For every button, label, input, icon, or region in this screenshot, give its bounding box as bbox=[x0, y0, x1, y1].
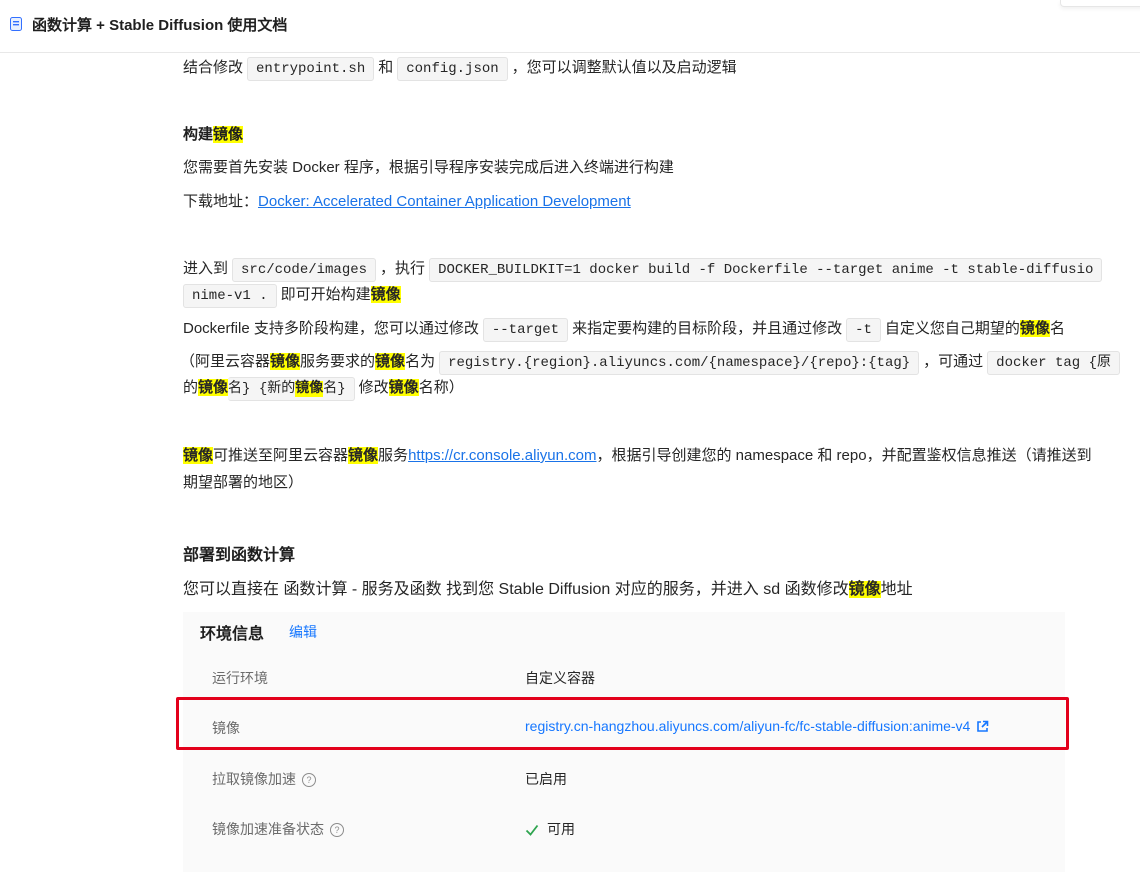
runtime-value: 自定义容器 bbox=[525, 670, 595, 686]
build-image-heading: 构建镜像 bbox=[183, 126, 244, 143]
code-tag-names: 名} {新的镜像名} bbox=[228, 377, 355, 401]
top-bar: 函数计算 + Stable Diffusion 使用文档 bbox=[0, 0, 1140, 53]
pull-accel-label: 拉取镜像加速? bbox=[212, 769, 316, 789]
edit-link[interactable]: 编辑 bbox=[289, 622, 317, 642]
code-target: --target bbox=[482, 318, 569, 342]
pull-accel-value: 已启用 bbox=[525, 771, 567, 787]
paragraph-deploy: 您可以直接在 函数计算 - 服务及函数 找到您 Stable Diffusion… bbox=[183, 581, 913, 598]
accel-status-label: 镜像加速准备状态? bbox=[212, 819, 344, 839]
code-docker-tag: docker tag {原 bbox=[987, 351, 1120, 375]
paragraph-registry-naming: （阿里云容器镜像服务要求的镜像名为 registry.{region}.aliyu… bbox=[180, 351, 1124, 375]
help-icon[interactable]: ? bbox=[302, 773, 316, 787]
paragraph-multistage: Dockerfile 支持多阶段构建，您可以通过修改 --target 来指定要构建… bbox=[183, 318, 1065, 342]
paragraph-install-docker: 您需要首先安装 Docker 程序，根据引导程序安装完成后进入终端进行构建 bbox=[183, 159, 674, 176]
paragraph-registry-naming-cont: 的镜像名} {新的镜像名} 修改镜像名称） bbox=[183, 377, 464, 401]
floating-panel-edge bbox=[1060, 0, 1140, 7]
deploy-heading: 部署到函数计算 bbox=[183, 547, 296, 564]
code-src-path: src/code/images bbox=[232, 258, 377, 282]
accel-status-value: 可用 bbox=[525, 819, 575, 839]
code-entrypoint: entrypoint.sh bbox=[247, 57, 375, 81]
code-t-flag: -t bbox=[846, 318, 881, 342]
paragraph-build-command-cont: nime-v1 . 即可开始构建镜像 bbox=[179, 284, 401, 308]
paragraph-push-registry: 镜像可推送至阿里云容器镜像服务https://cr.console.aliyun… bbox=[183, 447, 1092, 464]
code-docker-build: DOCKER_BUILDKIT=1 docker build -f Docker… bbox=[429, 258, 1103, 282]
paragraph-config: 结合修改 entrypoint.sh 和 config.json ，您可以调整默认值以及… bbox=[183, 57, 737, 81]
document-title: 函数计算 + Stable Diffusion 使用文档 bbox=[32, 17, 288, 34]
paragraph-build-command: 进入到 src/code/images ，执行 DOCKER_BUILDKIT=1 d… bbox=[183, 258, 1106, 282]
document-icon bbox=[10, 17, 22, 31]
docker-link[interactable]: Docker: Accelerated Container Applicatio… bbox=[258, 193, 631, 210]
aliyun-cr-link[interactable]: https://cr.console.aliyun.com bbox=[408, 447, 596, 464]
env-info-title: 环境信息 bbox=[200, 626, 265, 643]
code-registry-format: registry.{region}.aliyuncs.com/{namespac… bbox=[439, 351, 920, 375]
paragraph-download: 下载地址：Docker: Accelerated Container Appli… bbox=[183, 193, 631, 210]
check-icon bbox=[525, 824, 539, 836]
code-config-json: config.json bbox=[397, 57, 508, 81]
help-icon[interactable]: ? bbox=[330, 823, 344, 837]
highlight-box bbox=[176, 697, 1069, 750]
runtime-label: 运行环境 bbox=[212, 670, 268, 686]
paragraph-push-registry-cont: 期望部署的地区） bbox=[183, 474, 304, 491]
code-image-name: nime-v1 . bbox=[183, 284, 277, 308]
